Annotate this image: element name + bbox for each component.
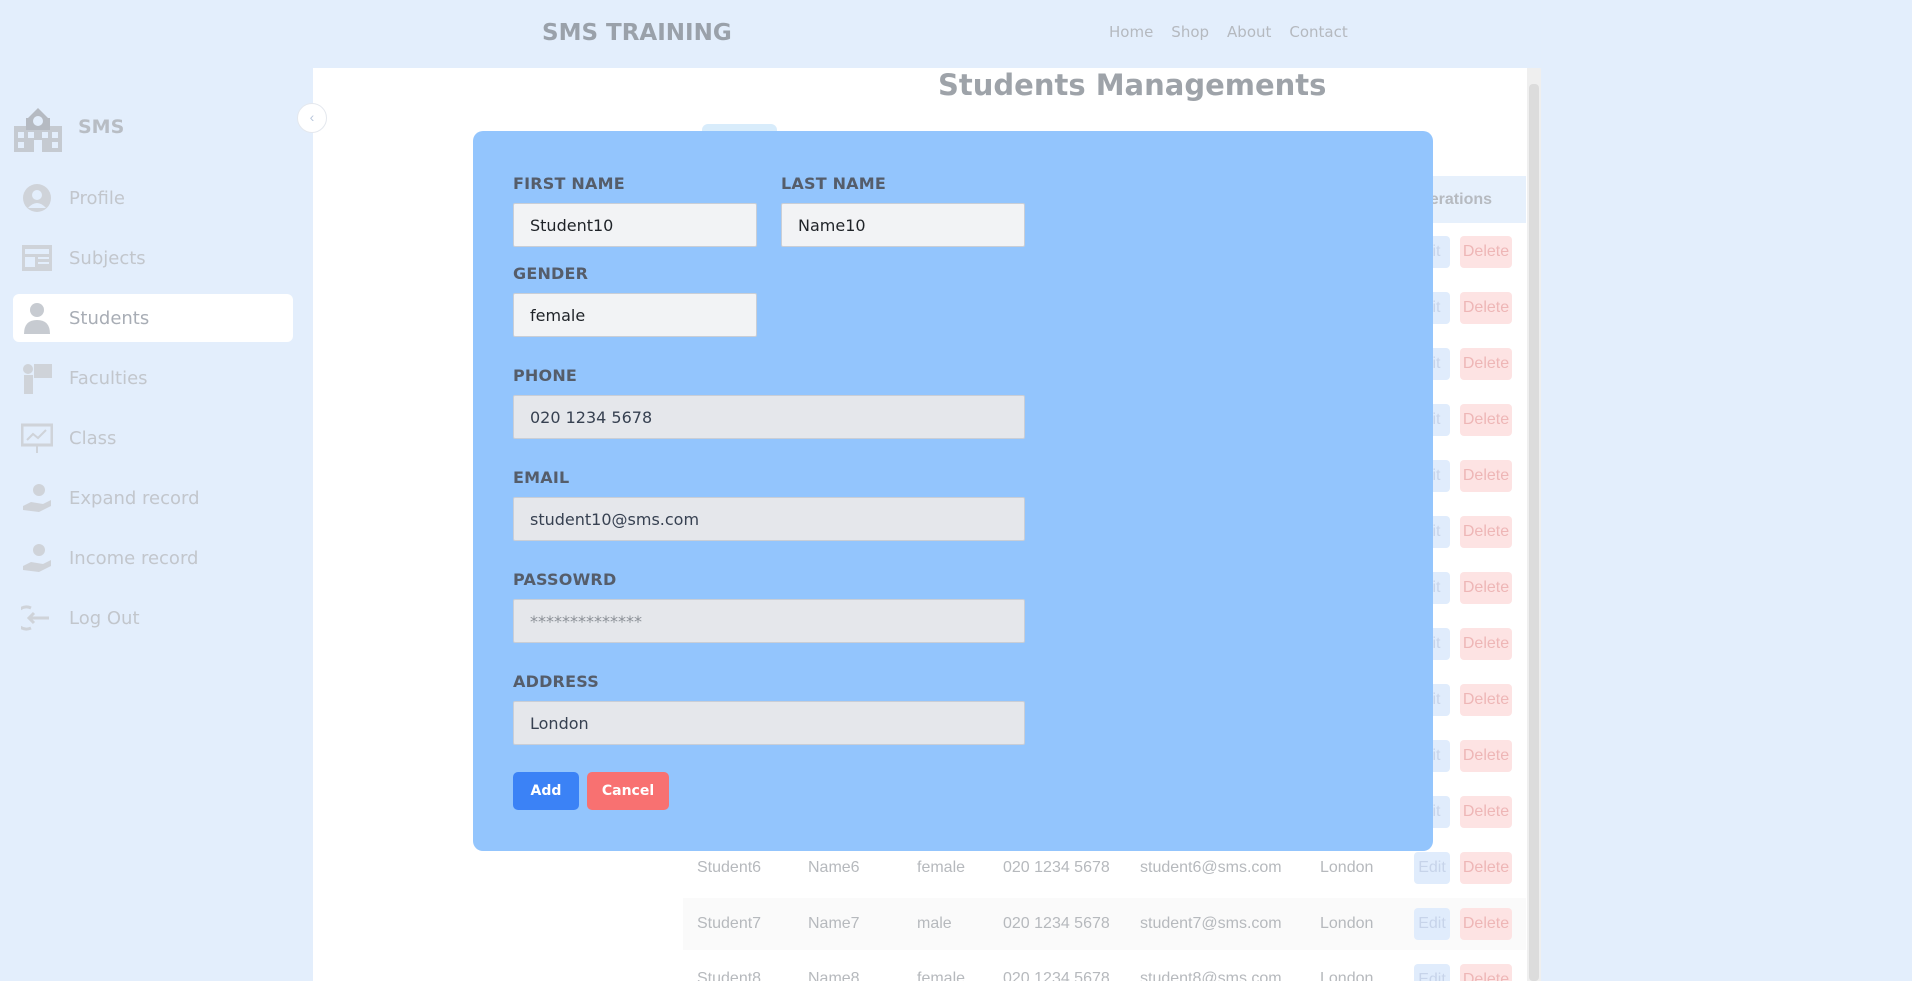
sidebar-item-label: Class — [69, 427, 117, 449]
edit-button[interactable]: Edit — [1414, 852, 1450, 884]
user-circle-icon — [19, 180, 55, 216]
add-button[interactable]: Add — [513, 772, 579, 810]
delete-button[interactable]: Delete — [1460, 908, 1512, 940]
cell-phone: 020 1234 5678 — [1003, 859, 1110, 876]
cell-email: student7@sms.com — [1140, 915, 1282, 932]
top-navbar: SMS TRAINING Home Shop About Contact — [0, 0, 1912, 68]
delete-button[interactable]: Delete — [1460, 292, 1512, 324]
email-label: EMAIL — [513, 468, 570, 487]
cell-phone: 020 1234 5678 — [1003, 970, 1110, 981]
sidebar-item-label: Expand record — [69, 487, 200, 509]
cell-gender: female — [917, 859, 966, 876]
email-input[interactable] — [513, 497, 1025, 541]
brand-title: SMS TRAINING — [542, 20, 732, 46]
sidebar-item-label: Profile — [69, 187, 125, 209]
table-row: Student8 Name8 female 020 1234 5678 stud… — [0, 963, 1912, 981]
sidebar: SMS Profile Subjects Students Faculties … — [0, 68, 313, 981]
edit-button[interactable]: Edit — [1414, 908, 1450, 940]
delete-button[interactable]: Delete — [1460, 460, 1512, 492]
delete-button[interactable]: Delete — [1460, 964, 1512, 981]
cell-first-name: Student7 — [697, 915, 762, 932]
sidebar-item-students[interactable]: Students — [13, 294, 293, 342]
delete-button[interactable]: Delete — [1460, 684, 1512, 716]
sidebar-item-label: Income record — [69, 547, 199, 569]
nav-contact[interactable]: Contact — [1289, 23, 1347, 41]
cell-last-name: Name8 — [808, 970, 860, 981]
cell-last-name: Name7 — [808, 915, 860, 932]
sidebar-item-income-record[interactable]: Income record — [13, 534, 293, 582]
delete-button[interactable]: Delete — [1460, 236, 1512, 268]
edit-button[interactable]: Edit — [1414, 964, 1450, 981]
logout-icon — [19, 600, 55, 636]
delete-button[interactable]: Delete — [1460, 404, 1512, 436]
newspaper-icon — [19, 240, 55, 276]
cell-email: student8@sms.com — [1140, 970, 1282, 981]
school-logo-icon — [14, 108, 62, 152]
phone-input[interactable] — [513, 395, 1025, 439]
gender-input[interactable] — [513, 293, 757, 337]
sidebar-item-subjects[interactable]: Subjects — [13, 234, 293, 282]
sidebar-item-profile[interactable]: Profile — [13, 174, 293, 222]
sidebar-item-logout[interactable]: Log Out — [13, 594, 293, 642]
teacher-icon — [19, 360, 55, 396]
password-input[interactable] — [513, 599, 1025, 643]
sidebar-collapse-button[interactable]: ‹ — [297, 103, 327, 133]
sidebar-item-label: Subjects — [69, 247, 146, 269]
nav-shop[interactable]: Shop — [1171, 23, 1209, 41]
sidebar-item-faculties[interactable]: Faculties — [13, 354, 293, 402]
page-title: Students Managements — [938, 68, 1327, 102]
password-label: PASSOWRD — [513, 570, 617, 589]
first-name-input[interactable] — [513, 203, 757, 247]
cell-phone: 020 1234 5678 — [1003, 915, 1110, 932]
sidebar-item-class[interactable]: Class — [13, 414, 293, 462]
sidebar-item-expand-record[interactable]: Expand record — [13, 474, 293, 522]
hand-user-icon — [19, 540, 55, 576]
sidebar-item-label: Faculties — [69, 367, 148, 389]
cell-first-name: Student6 — [697, 859, 762, 876]
cell-address: London — [1320, 915, 1374, 932]
cell-email: student6@sms.com — [1140, 859, 1282, 876]
phone-label: PHONE — [513, 366, 578, 385]
cell-last-name: Name6 — [808, 859, 860, 876]
page-scrollbar[interactable] — [1527, 68, 1541, 981]
hand-user-icon — [19, 480, 55, 516]
first-name-label: FIRST NAME — [513, 174, 625, 193]
delete-button[interactable]: Delete — [1460, 852, 1512, 884]
sidebar-item-label: Log Out — [69, 607, 140, 629]
nav-about[interactable]: About — [1227, 23, 1271, 41]
cell-address: London — [1320, 970, 1374, 981]
cell-address: London — [1320, 859, 1374, 876]
presentation-board-icon — [19, 420, 55, 456]
gender-label: GENDER — [513, 264, 589, 283]
address-label: ADDRESS — [513, 672, 599, 691]
cell-gender: male — [917, 915, 952, 932]
delete-button[interactable]: Delete — [1460, 740, 1512, 772]
nav-home[interactable]: Home — [1109, 23, 1153, 41]
last-name-label: LAST NAME — [781, 174, 887, 193]
cell-first-name: Student8 — [697, 970, 762, 981]
delete-button[interactable]: Delete — [1460, 572, 1512, 604]
sidebar-title: SMS — [78, 116, 125, 138]
delete-button[interactable]: Delete — [1460, 348, 1512, 380]
sidebar-item-label: Students — [69, 307, 150, 329]
last-name-input[interactable] — [781, 203, 1025, 247]
cell-gender: female — [917, 970, 966, 981]
scrollbar-thumb[interactable] — [1529, 84, 1539, 981]
add-student-modal: FIRST NAME LAST NAME GENDER PHONE EMAIL … — [473, 131, 1433, 851]
delete-button[interactable]: Delete — [1460, 516, 1512, 548]
student-icon — [19, 300, 55, 336]
cancel-button[interactable]: Cancel — [587, 772, 669, 810]
delete-button[interactable]: Delete — [1460, 628, 1512, 660]
delete-button[interactable]: Delete — [1460, 796, 1512, 828]
top-nav: Home Shop About Contact — [1109, 23, 1348, 41]
address-input[interactable] — [513, 701, 1025, 745]
